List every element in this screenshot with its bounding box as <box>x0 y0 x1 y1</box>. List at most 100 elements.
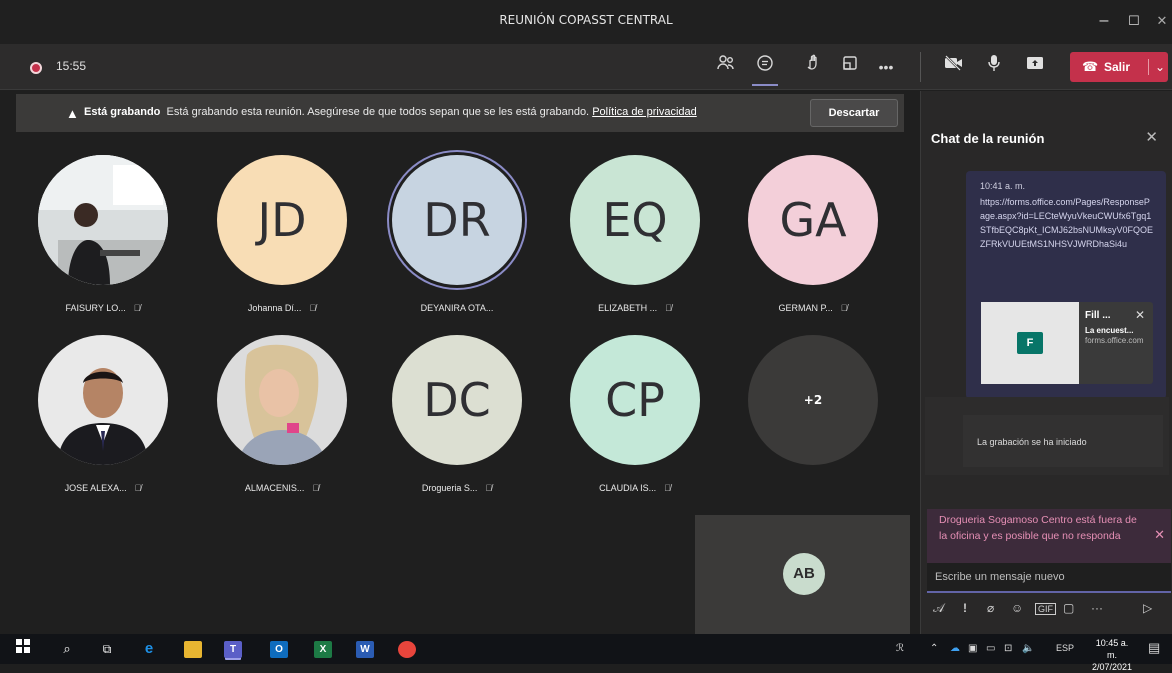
meeting-toolbar: 15:55 ••• <box>0 44 1172 90</box>
card-title: Fill ... <box>1085 310 1111 321</box>
dismiss-button[interactable]: Descartar <box>810 99 898 127</box>
message-input[interactable] <box>927 563 1171 591</box>
participant-tile[interactable]: CP CLAUDIA IS... 🎙̸ <box>555 335 725 515</box>
task-view-icon[interactable]: ⧉ <box>96 639 118 659</box>
display-icon[interactable]: ⊡ <box>1004 643 1012 654</box>
file-explorer-icon[interactable] <box>184 641 202 658</box>
teams-icon[interactable]: T <box>224 641 242 658</box>
chevron-down-icon[interactable]: ⌄ <box>1148 59 1165 75</box>
participant-tile[interactable]: JD Johanna Dí... 🎙̸ <box>202 155 372 335</box>
participant-name: Johanna Dí... <box>247 303 302 313</box>
chat-icon[interactable] <box>751 54 779 80</box>
word-icon[interactable]: W <box>356 641 374 658</box>
reactions-icon[interactable] <box>800 54 828 80</box>
avatar-initials: GA <box>779 193 847 247</box>
mic-icon[interactable] <box>980 54 1008 80</box>
mic-off-icon: 🎙̸ <box>134 483 142 493</box>
chevron-up-icon[interactable]: ⌃ <box>930 643 938 654</box>
edge-icon[interactable]: e <box>138 639 160 659</box>
emoji-icon[interactable]: ☺ <box>1011 601 1023 615</box>
gif-icon[interactable]: GIF <box>1035 603 1056 615</box>
card-desc-text: La encuest... <box>1085 326 1134 335</box>
sticker-icon[interactable]: ▢ <box>1063 601 1074 615</box>
overflow-count: +2 <box>803 393 823 407</box>
tray-app-icon[interactable]: ▣ <box>968 643 977 654</box>
attach-icon[interactable]: ⌀ <box>987 601 994 615</box>
dismiss-notice-icon[interactable]: ✕ <box>1154 527 1165 543</box>
camera-off-icon[interactable] <box>940 54 968 80</box>
people-icon[interactable]: ℛ <box>896 643 904 654</box>
participant-name: JOSE ALEXA... <box>64 483 127 493</box>
forms-icon: F <box>1017 332 1043 354</box>
privacy-policy-link[interactable]: Política de privacidad <box>592 106 697 118</box>
participant-photo <box>38 155 168 285</box>
close-window-button[interactable]: ✕ <box>1148 8 1172 34</box>
link-preview-card[interactable]: F Fill ... ✕ La encuest... forms.office.c… <box>981 302 1153 384</box>
chat-message: 10:41 a. m. https://forms.office.com/Pag… <box>966 171 1166 399</box>
windows-start-icon[interactable] <box>12 639 34 659</box>
important-icon[interactable]: ! <box>963 601 967 615</box>
participant-name: DEYANIRA OTA... <box>420 303 494 313</box>
notifications-icon[interactable]: ▤ <box>1148 640 1160 656</box>
minimize-button[interactable]: – <box>1090 8 1118 34</box>
card-close-icon[interactable]: ✕ <box>1135 308 1145 322</box>
close-icon[interactable]: ✕ <box>1145 128 1158 146</box>
chat-panel: Chat de la reunión ✕ 10:41 a. m. https:/… <box>920 91 1172 634</box>
chrome-icon[interactable] <box>398 641 416 658</box>
out-of-office-notice: Drogueria Sogamoso Centro está fuera de … <box>927 509 1171 563</box>
self-view[interactable]: AB <box>695 515 910 635</box>
recording-indicator-icon <box>30 62 42 74</box>
banner-text: Está grabando Está grabando esta reunión… <box>84 106 697 118</box>
avatar: GA <box>748 155 878 285</box>
participant-tile[interactable]: FAISURY LO... 🎙̸ <box>23 155 193 335</box>
excel-icon[interactable]: X <box>314 641 332 658</box>
participant-name: ALMACENIS... <box>244 483 305 493</box>
compose-box[interactable] <box>927 563 1171 593</box>
windows-taskbar: ⌕ ⧉ e T O X W ℛ ⌃ ☁ ▣ ▭ ⊡ 🔈 ESP 10:45 a.… <box>0 634 1172 672</box>
participant-tile[interactable]: GA GERMAN P... 🎙̸ <box>733 155 903 335</box>
send-icon[interactable]: ▷ <box>1143 601 1152 615</box>
more-icon[interactable]: ••• <box>872 54 900 80</box>
participant-name: FAISURY LO... <box>65 303 126 313</box>
avatar: CP <box>570 335 700 465</box>
network-icon[interactable]: ▭ <box>986 643 995 654</box>
search-icon[interactable]: ⌕ <box>56 639 78 659</box>
participant-tile[interactable]: ALMACENIS... 🎙̸ <box>202 335 372 515</box>
chat-tools: 𝒜 ! ⌀ ☺ GIF ▢ ··· ▷ <box>931 599 1167 621</box>
participant-tile[interactable]: DR DEYANIRA OTA... <box>377 155 547 335</box>
volume-icon[interactable]: 🔈 <box>1022 643 1034 654</box>
recording-banner: ▲ Está grabando Está grabando esta reuni… <box>16 94 904 132</box>
message-time: 10:41 a. m. <box>980 181 1026 191</box>
system-message-box: La grabación se ha iniciado <box>963 415 1163 467</box>
card-url: forms.office.com <box>1085 336 1144 345</box>
overflow-avatar: +2 <box>748 335 878 465</box>
mic-off-icon: 🎙̸ <box>312 483 320 493</box>
rooms-icon[interactable] <box>836 54 864 80</box>
language-indicator[interactable]: ESP <box>1056 643 1074 653</box>
format-icon[interactable]: 𝒜 <box>933 601 944 616</box>
system-message: La grabación se ha iniciado <box>925 397 1169 475</box>
banner-bold: Está grabando <box>84 106 161 118</box>
message-link[interactable]: https://forms.office.com/Pages/ResponseP… <box>980 195 1154 251</box>
leave-button[interactable]: ☎ Salir ⌄ <box>1070 52 1168 82</box>
participant-tile[interactable]: EQ ELIZABETH ... 🎙̸ <box>555 155 725 335</box>
clock-time: 10:45 a. m. <box>1095 638 1129 660</box>
share-icon[interactable] <box>1021 54 1049 80</box>
card-description: La encuest... forms.office.com <box>1085 326 1145 346</box>
participants-icon[interactable] <box>712 54 740 80</box>
onedrive-icon[interactable]: ☁ <box>950 643 960 654</box>
banner-message: Está grabando esta reunión. Asegúrese de… <box>166 106 590 118</box>
more-participants-tile[interactable]: +2 <box>733 335 903 515</box>
outlook-icon[interactable]: O <box>270 641 288 658</box>
clock-date: 2/07/2021 <box>1091 662 1133 672</box>
participant-tile[interactable]: DC Drogueria S... 🎙̸ <box>377 335 547 515</box>
more-options-icon[interactable]: ··· <box>1091 601 1103 615</box>
maximize-button[interactable]: ☐ <box>1120 8 1148 34</box>
participant-name: ELIZABETH ... <box>598 303 658 313</box>
participant-tile[interactable]: JOSE ALEXA... 🎙̸ <box>23 335 193 515</box>
mic-off-icon: 🎙̸ <box>665 303 672 313</box>
mic-off-icon: 🎙̸ <box>840 303 848 313</box>
out-of-office-text: Drogueria Sogamoso Centro está fuera de … <box>939 514 1137 542</box>
system-clock[interactable]: 10:45 a. m. 2/07/2021 <box>1090 637 1134 673</box>
avatar: DC <box>392 335 522 465</box>
